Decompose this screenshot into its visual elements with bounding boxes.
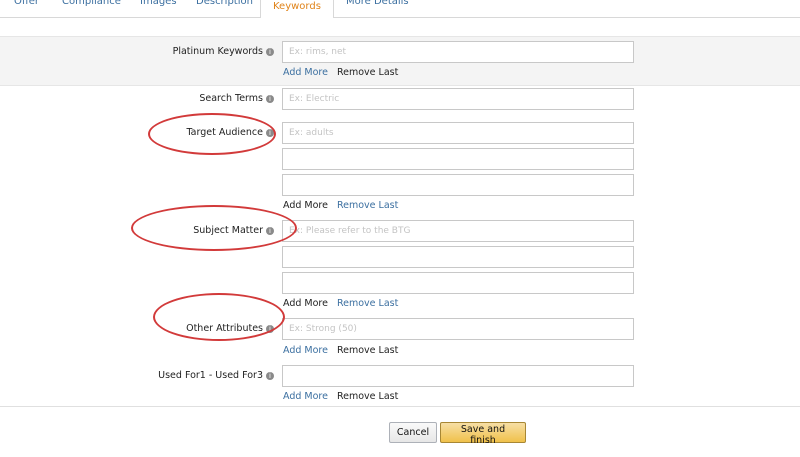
platinum-keywords-label: Platinum Keywords i bbox=[173, 46, 274, 57]
search-terms-label: Search Terms i bbox=[199, 93, 274, 104]
subject-matter-input-2[interactable] bbox=[282, 246, 634, 268]
remove-last-link[interactable]: Remove Last bbox=[337, 298, 398, 309]
other-attributes-text: Other Attributes bbox=[186, 323, 263, 334]
tab-more-details[interactable]: More Details bbox=[346, 0, 409, 10]
info-icon[interactable]: i bbox=[266, 324, 274, 333]
remove-last-text[interactable]: Remove Last bbox=[337, 391, 398, 402]
used-for-label: Used For1 - Used For3 i bbox=[158, 370, 274, 381]
cancel-button[interactable]: Cancel bbox=[389, 422, 437, 443]
subject-matter-links: Add More Remove Last bbox=[283, 298, 398, 309]
target-audience-links: Add More Remove Last bbox=[283, 200, 398, 211]
tab-compliance[interactable]: Compliance bbox=[62, 0, 121, 10]
subject-matter-label: Subject Matter i bbox=[193, 225, 274, 236]
spacer bbox=[0, 18, 800, 36]
platinum-links: Add More Remove Last bbox=[283, 67, 398, 78]
add-more-link[interactable]: Add More bbox=[283, 391, 328, 402]
search-terms-input[interactable] bbox=[282, 88, 634, 110]
add-more-link[interactable]: Add More bbox=[283, 67, 328, 78]
info-icon[interactable]: i bbox=[266, 226, 274, 235]
target-audience-input-1[interactable] bbox=[282, 122, 634, 144]
target-audience-input-3[interactable] bbox=[282, 174, 634, 196]
tab-bar: Offer Compliance Images Description Keyw… bbox=[0, 0, 800, 19]
add-more-link[interactable]: Add More bbox=[283, 345, 328, 356]
used-for-links: Add More Remove Last bbox=[283, 391, 398, 402]
add-more-text[interactable]: Add More bbox=[283, 200, 328, 211]
remove-last-text[interactable]: Remove Last bbox=[337, 345, 398, 356]
info-icon[interactable]: i bbox=[266, 47, 274, 56]
info-icon[interactable]: i bbox=[266, 128, 274, 137]
used-for-input[interactable] bbox=[282, 365, 634, 387]
search-terms-text: Search Terms bbox=[199, 93, 263, 104]
platinum-keywords-text: Platinum Keywords bbox=[172, 46, 263, 57]
tab-description[interactable]: Description bbox=[196, 0, 253, 10]
target-audience-label: Target Audience i bbox=[186, 127, 274, 138]
remove-last-text[interactable]: Remove Last bbox=[337, 67, 398, 78]
other-attributes-input[interactable] bbox=[282, 318, 634, 340]
footer-divider bbox=[0, 406, 800, 407]
target-audience-input-2[interactable] bbox=[282, 148, 634, 170]
subject-matter-text: Subject Matter bbox=[193, 225, 263, 236]
other-attributes-label: Other Attributes i bbox=[186, 323, 274, 334]
platinum-keywords-input[interactable] bbox=[282, 41, 634, 63]
subject-matter-input-1[interactable] bbox=[282, 220, 634, 242]
info-icon[interactable]: i bbox=[266, 94, 274, 103]
info-icon[interactable]: i bbox=[266, 371, 274, 380]
tab-images[interactable]: Images bbox=[140, 0, 177, 10]
used-for-text: Used For1 - Used For3 bbox=[158, 370, 263, 381]
target-audience-text: Target Audience bbox=[186, 127, 263, 138]
other-attributes-links: Add More Remove Last bbox=[283, 345, 398, 356]
subject-matter-input-3[interactable] bbox=[282, 272, 634, 294]
tab-offer[interactable]: Offer bbox=[14, 0, 39, 10]
remove-last-link[interactable]: Remove Last bbox=[337, 200, 398, 211]
tab-keywords[interactable]: Keywords bbox=[260, 0, 334, 19]
save-and-finish-button[interactable]: Save and finish bbox=[440, 422, 526, 446]
add-more-text[interactable]: Add More bbox=[283, 298, 328, 309]
